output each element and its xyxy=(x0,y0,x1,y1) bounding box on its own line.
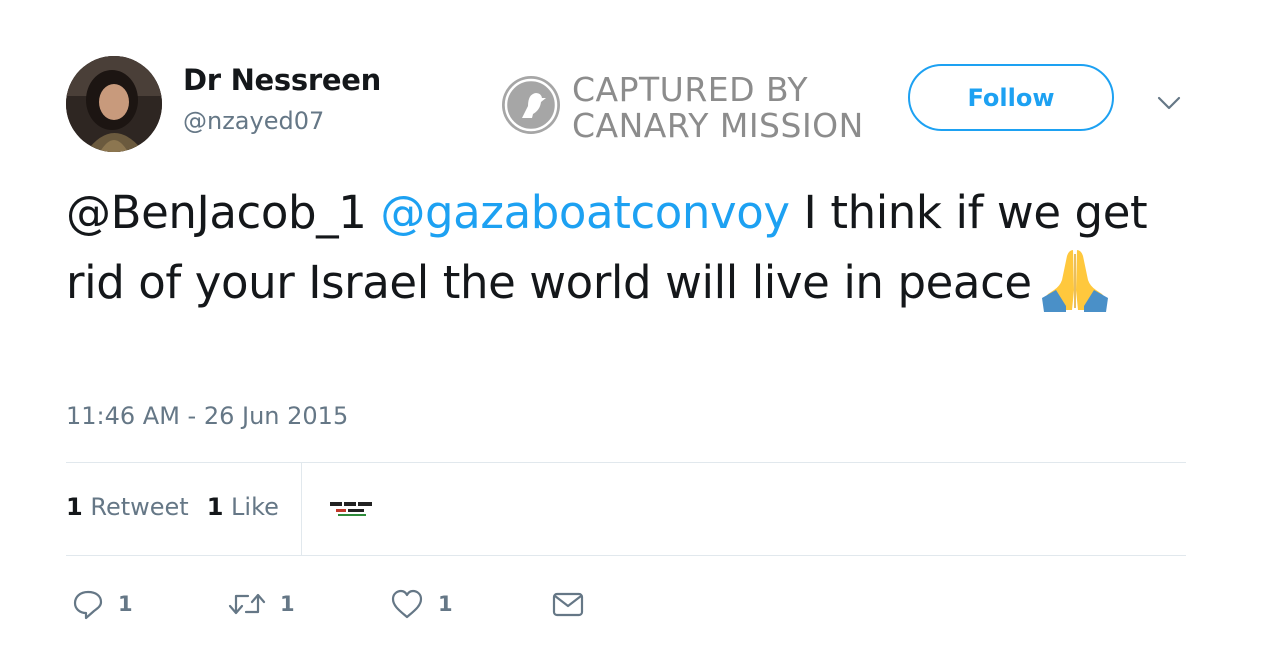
reply-count: 1 xyxy=(118,592,133,616)
envelope-icon xyxy=(552,592,584,617)
retweet-button[interactable]: 1 xyxy=(228,586,295,622)
likes-stat[interactable]: 1 Like xyxy=(207,493,279,521)
mention-gazaboatconvoy[interactable]: @gazaboatconvoy xyxy=(380,186,790,239)
retweets-stat[interactable]: 1 Retweet xyxy=(66,493,189,521)
reply-button[interactable]: 1 xyxy=(72,586,133,622)
mention-benjacob[interactable]: @BenJacob_1 xyxy=(66,186,367,239)
divider xyxy=(301,462,302,555)
direct-message-button[interactable] xyxy=(551,586,585,622)
like-count: 1 xyxy=(438,592,453,616)
tweet-text: @BenJacob_1 @gazaboatconvoy I think if w… xyxy=(66,180,1196,316)
display-name[interactable]: Dr Nessreen xyxy=(183,63,381,97)
tweet-card: Dr Nessreen @nzayed07 CAPTURED BY CANARY… xyxy=(0,0,1263,669)
divider xyxy=(66,555,1186,556)
avatar[interactable] xyxy=(66,56,162,152)
follow-button[interactable]: Follow xyxy=(908,64,1114,131)
watermark-line-1: CAPTURED BY xyxy=(572,70,809,109)
heart-icon xyxy=(391,589,423,619)
watermark-line-2: CANARY MISSION xyxy=(572,106,864,145)
canary-mission-watermark: CAPTURED BY CANARY MISSION xyxy=(502,70,872,145)
retweet-count: 1 xyxy=(280,592,295,616)
user-handle[interactable]: @nzayed07 xyxy=(183,107,324,135)
divider xyxy=(66,462,1186,463)
canary-bird-icon xyxy=(502,76,560,134)
reply-icon xyxy=(73,590,103,620)
tweet-stats: 1 Retweet 1 Like xyxy=(66,493,279,521)
retweet-icon xyxy=(228,593,266,615)
like-button[interactable]: 1 xyxy=(390,586,453,622)
tweet-timestamp[interactable]: 11:46 AM - 26 Jun 2015 xyxy=(66,402,348,430)
liker-avatar[interactable] xyxy=(328,498,376,520)
folded-hands-emoji xyxy=(1040,246,1110,312)
chevron-down-icon[interactable] xyxy=(1155,89,1183,117)
